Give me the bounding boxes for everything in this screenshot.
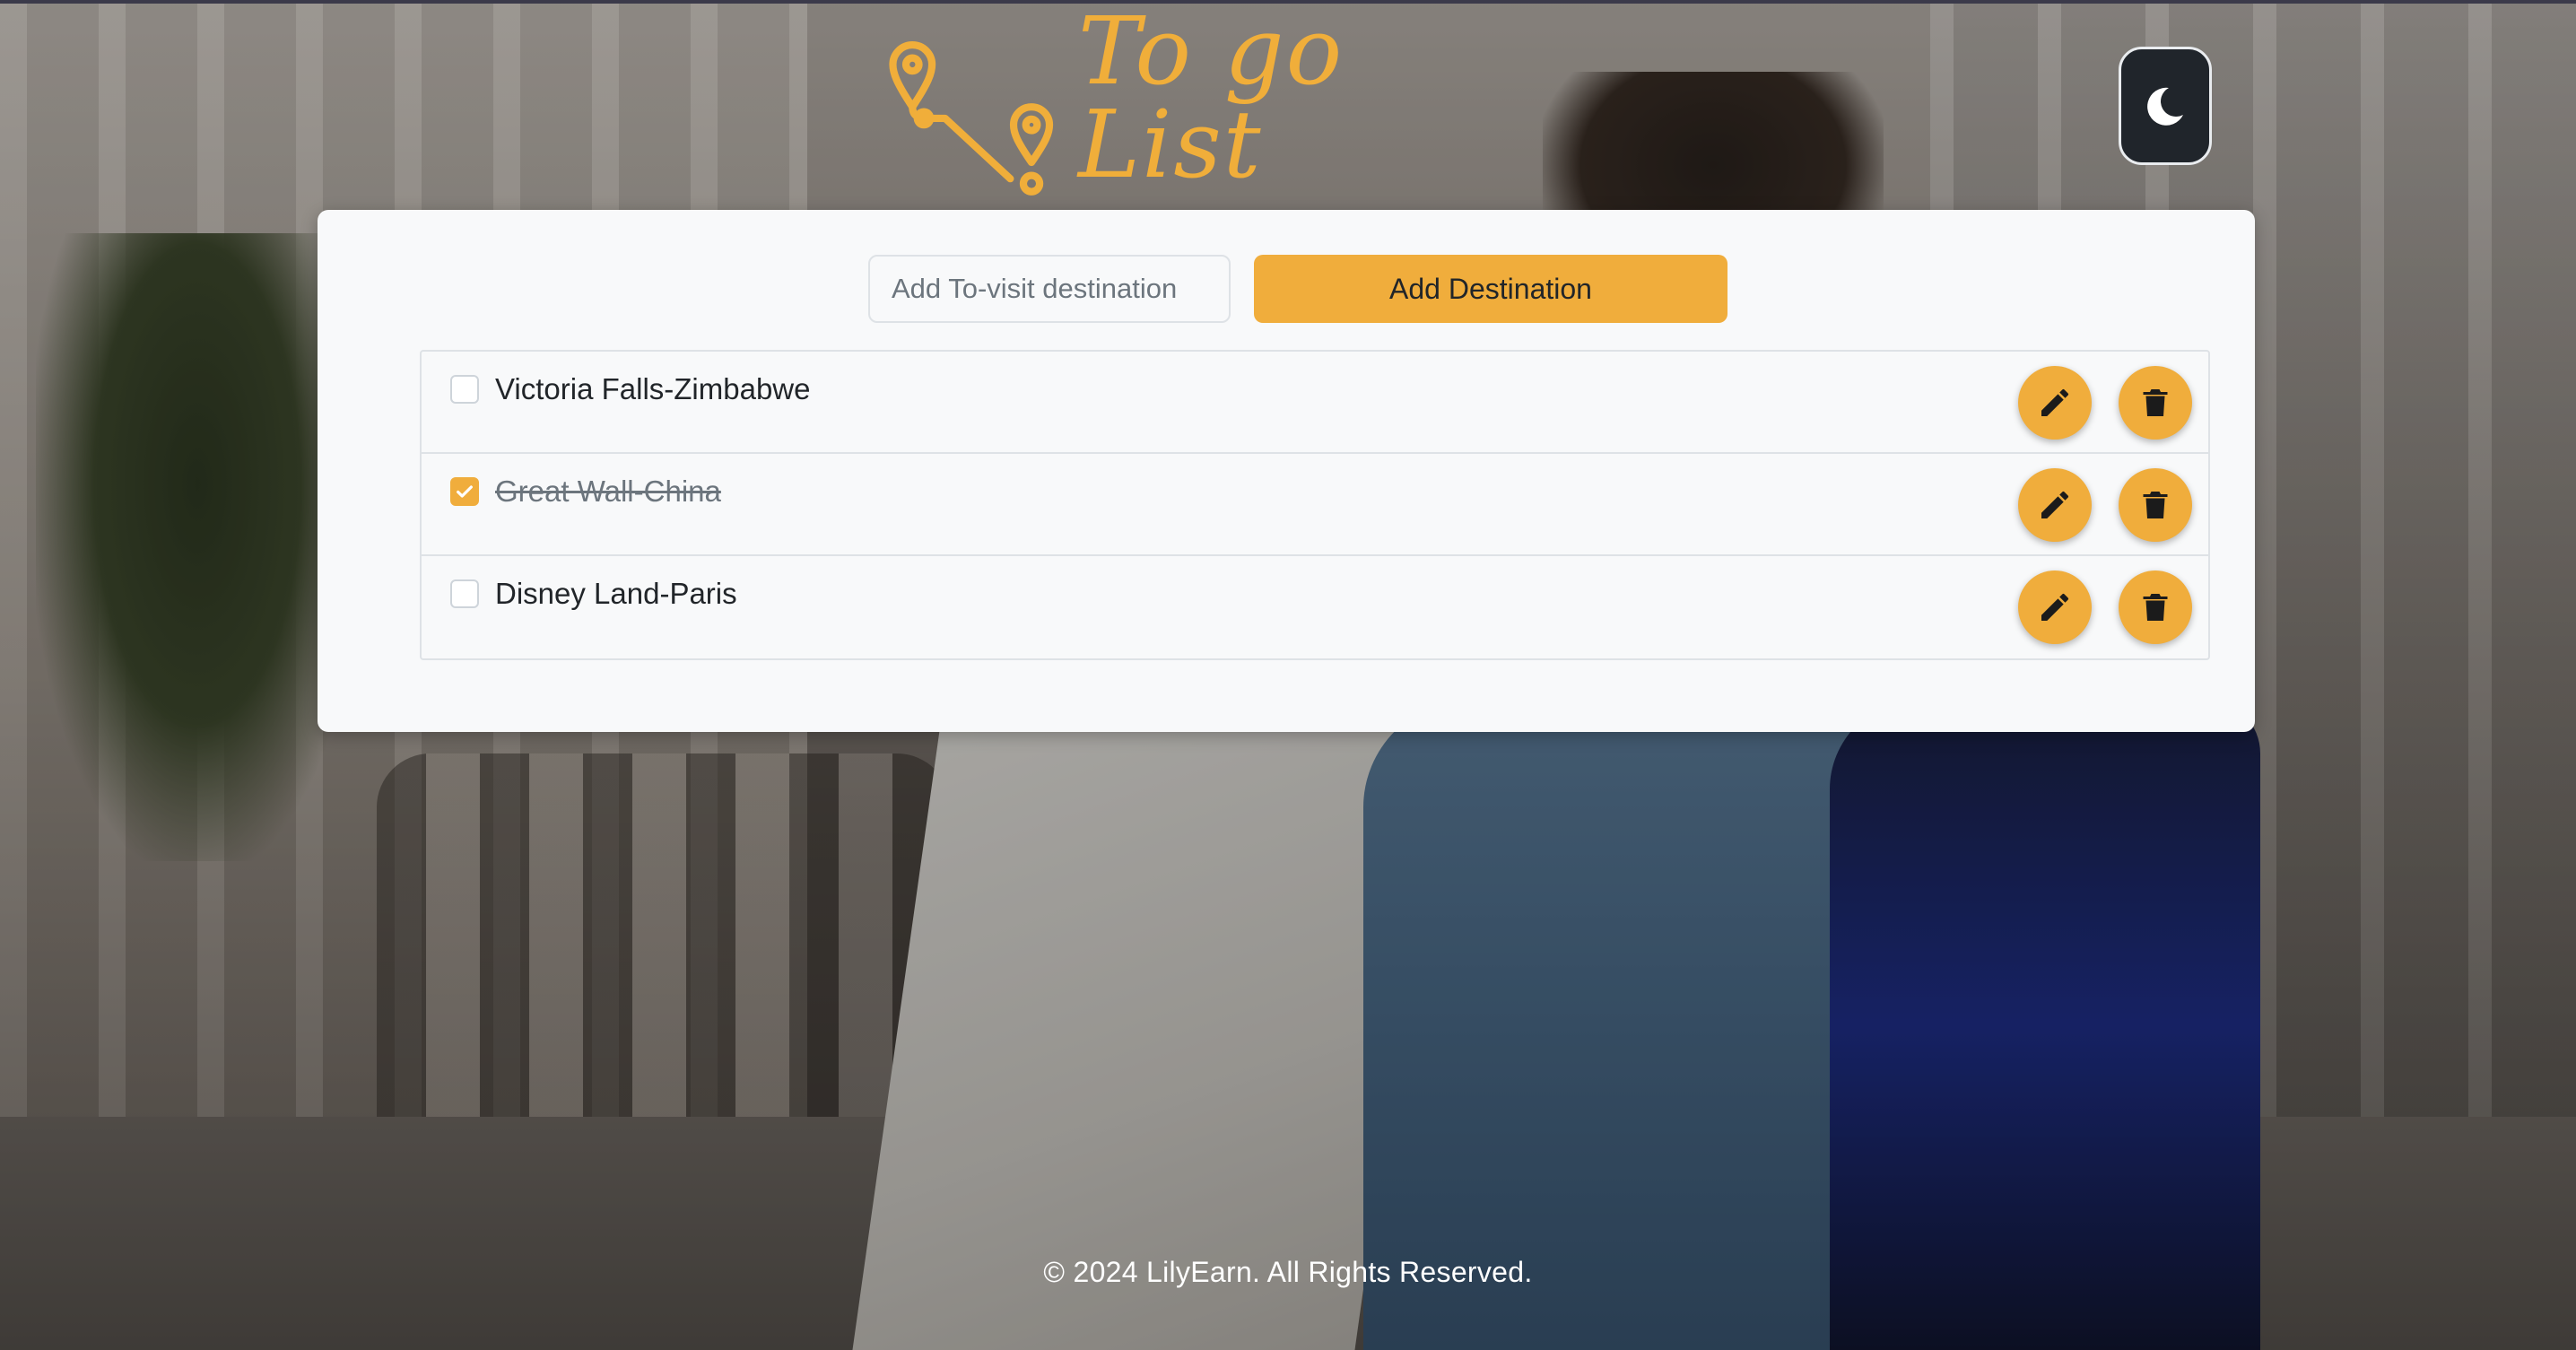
edit-button[interactable] <box>2018 366 2092 440</box>
logo-text: To go List <box>1078 0 1345 199</box>
pencil-icon <box>2041 593 2069 621</box>
edit-button[interactable] <box>2018 468 2092 542</box>
add-destination-button[interactable]: Add Destination <box>1254 255 1727 323</box>
header: To go List <box>0 0 2576 206</box>
pencil-icon <box>2041 388 2069 416</box>
map-route-pins-icon <box>889 41 1054 196</box>
logo: To go List <box>888 4 1516 203</box>
edit-button[interactable] <box>2018 570 2092 644</box>
trash-icon <box>2143 389 2168 416</box>
item-checkbox[interactable] <box>450 579 479 608</box>
add-destination-form: Add Destination <box>868 255 1727 323</box>
item-checkbox[interactable] <box>450 477 479 506</box>
footer: © 2024 LilyEarn. All Rights Reserved. <box>0 1256 2576 1289</box>
trash-icon <box>2143 492 2168 518</box>
pencil-icon <box>2041 491 2069 518</box>
list-item: Disney Land-Paris <box>422 556 2208 658</box>
check-icon <box>457 485 473 498</box>
trash-icon <box>2143 594 2168 621</box>
theme-toggle-button[interactable] <box>2119 47 2212 165</box>
item-label: Disney Land-Paris <box>495 577 737 610</box>
item-label: Great Wall-China <box>495 475 721 508</box>
delete-button[interactable] <box>2119 570 2192 644</box>
item-checkbox[interactable] <box>450 375 479 404</box>
moon-icon <box>2147 87 2183 126</box>
item-label: Victoria Falls-Zimbabwe <box>495 372 811 405</box>
delete-button[interactable] <box>2119 366 2192 440</box>
destination-input[interactable] <box>868 255 1231 323</box>
list-item: Victoria Falls-Zimbabwe <box>422 352 2208 454</box>
list-item: Great Wall-China <box>422 454 2208 556</box>
copyright-text: © 2024 LilyEarn. All Rights Reserved. <box>1043 1256 1533 1288</box>
destination-list: Victoria Falls-Zimbabwe Great Wall-China <box>420 350 2210 660</box>
delete-button[interactable] <box>2119 468 2192 542</box>
todo-card: Add Destination Victoria Falls-Zimbabwe <box>318 210 2255 732</box>
